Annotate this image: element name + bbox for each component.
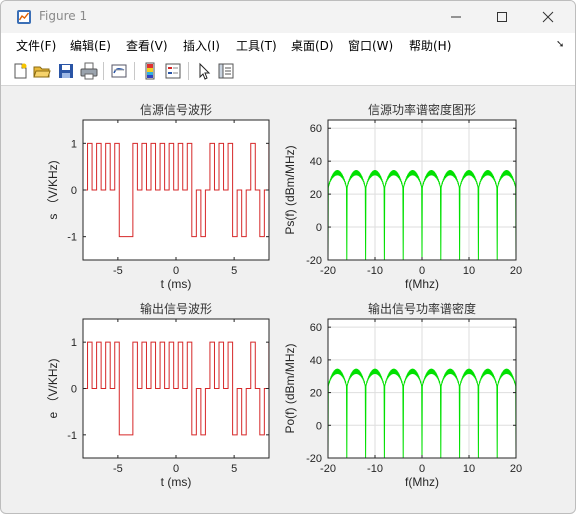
- y-axis-label: Po(f) (dBm/MHz): [283, 343, 297, 433]
- window-title: Figure 1: [39, 9, 88, 23]
- toolbar-separator: [188, 62, 189, 80]
- new-figure-icon[interactable]: [11, 62, 29, 80]
- toolbar-separator: [134, 62, 135, 80]
- colorbar-icon[interactable]: [141, 62, 159, 80]
- chart-title: 输出信号功率谱密度: [368, 301, 476, 316]
- y-tick-label: 60: [310, 123, 322, 135]
- property-inspector-icon[interactable]: [217, 62, 235, 80]
- minimize-icon: [451, 16, 461, 18]
- x-tick-label: 0: [173, 463, 179, 475]
- y-tick-label: -20: [306, 255, 322, 267]
- pointer-icon[interactable]: [195, 62, 213, 80]
- y-tick-label: -20: [306, 453, 322, 465]
- x-tick-label: 10: [463, 463, 475, 475]
- x-axis-label: t (ms): [161, 475, 192, 489]
- menu-file[interactable]: 文件(F): [16, 37, 56, 54]
- x-axis-label: t (ms): [161, 277, 192, 291]
- chart-title: 信源信号波形: [140, 103, 212, 117]
- y-tick-label: 20: [310, 189, 322, 201]
- x-axis-label: f(Mhz): [405, 277, 439, 291]
- menu-insert[interactable]: 插入(I): [183, 37, 220, 54]
- print-icon[interactable]: [80, 62, 98, 80]
- x-tick-label: 20: [510, 463, 522, 475]
- x-tick-label: 0: [419, 265, 425, 277]
- menu-view[interactable]: 查看(V): [126, 37, 168, 54]
- y-tick-label: 40: [310, 156, 322, 168]
- x-tick-label: 5: [231, 265, 237, 277]
- y-axis-label: s （V/KHz): [46, 160, 60, 219]
- y-tick-label: 0: [71, 185, 77, 197]
- close-button[interactable]: [525, 1, 571, 33]
- y-axis-label: e （V/KHz): [46, 358, 60, 418]
- menu-bar: 文件(F) 编辑(E) 查看(V) 插入(I) 工具(T) 桌面(D) 窗口(W…: [1, 33, 575, 57]
- axes-3: -5 0 510-1输出信号波形t (ms)e （V/KHz): [46, 301, 270, 489]
- maximize-button[interactable]: [479, 1, 525, 33]
- x-tick-label: 0: [173, 265, 179, 277]
- menu-desktop[interactable]: 桌面(D): [291, 37, 334, 54]
- menu-window[interactable]: 窗口(W): [348, 37, 393, 54]
- close-icon: [542, 11, 554, 23]
- y-tick-label: -1: [67, 232, 77, 244]
- toolbar: [1, 57, 575, 86]
- figure-canvas[interactable]: -5 0 510-1信源信号波形t (ms)s （V/KHz)-20 -10 0 10 20…: [9, 88, 569, 506]
- y-tick-label: 1: [71, 337, 77, 349]
- axes-2: -20 -10 0 10 20 60 40 20 0 -20 信源功率谱密度图形 f(Mhz) Ps(f…: [283, 102, 522, 291]
- x-tick-label: -10: [367, 265, 383, 277]
- save-icon[interactable]: [57, 62, 75, 80]
- toolbar-separator: [103, 62, 104, 80]
- chart-title: 信源功率谱密度图形: [368, 102, 476, 117]
- y-axis-label: Ps(f) (dBm/MHz): [283, 145, 297, 234]
- axes-1: -5 0 510-1信源信号波形t (ms)s （V/KHz): [46, 103, 270, 291]
- chart-title: 输出信号波形: [140, 301, 212, 316]
- y-tick-label: -1: [67, 430, 77, 442]
- matlab-figure-icon: [17, 10, 31, 24]
- y-tick-label: 0: [316, 222, 322, 234]
- open-folder-icon[interactable]: [33, 62, 51, 80]
- axes-4: -20 -10 0 10 20 60 40 20 0 -20 输出信号功率谱密度 f(Mhz) Po(f…: [283, 301, 522, 489]
- x-tick-label: 20: [510, 265, 522, 277]
- y-tick-label: 40: [310, 355, 322, 367]
- menu-overflow-icon[interactable]: ➘: [556, 39, 564, 50]
- x-tick-label: 10: [463, 265, 475, 277]
- menu-edit[interactable]: 编辑(E): [70, 37, 111, 54]
- menu-tools[interactable]: 工具(T): [236, 37, 277, 54]
- x-axis-label: f(Mhz): [405, 475, 439, 489]
- menu-help[interactable]: 帮助(H): [409, 37, 451, 54]
- x-tick-label: 0: [419, 463, 425, 475]
- legend-icon[interactable]: [164, 62, 182, 80]
- x-tick-label: -5: [113, 463, 123, 475]
- link-plot-icon[interactable]: [110, 62, 128, 80]
- x-tick-label: 5: [231, 463, 237, 475]
- y-tick-label: 0: [316, 420, 322, 432]
- minimize-button[interactable]: [433, 1, 479, 33]
- title-bar[interactable]: Figure 1: [1, 1, 575, 33]
- y-tick-label: 1: [71, 138, 77, 150]
- maximize-icon: [497, 12, 507, 22]
- x-tick-label: -10: [367, 463, 383, 475]
- y-tick-label: 20: [310, 388, 322, 400]
- y-tick-label: 0: [71, 384, 77, 396]
- x-tick-label: -5: [113, 265, 123, 277]
- y-tick-label: 60: [310, 322, 322, 334]
- x-tick-label: -20: [320, 265, 336, 277]
- x-tick-label: -20: [320, 463, 336, 475]
- figure-window: Figure 1 文件(F) 编辑(E) 查看(V) 插入(I) 工具(T) 桌…: [0, 0, 576, 514]
